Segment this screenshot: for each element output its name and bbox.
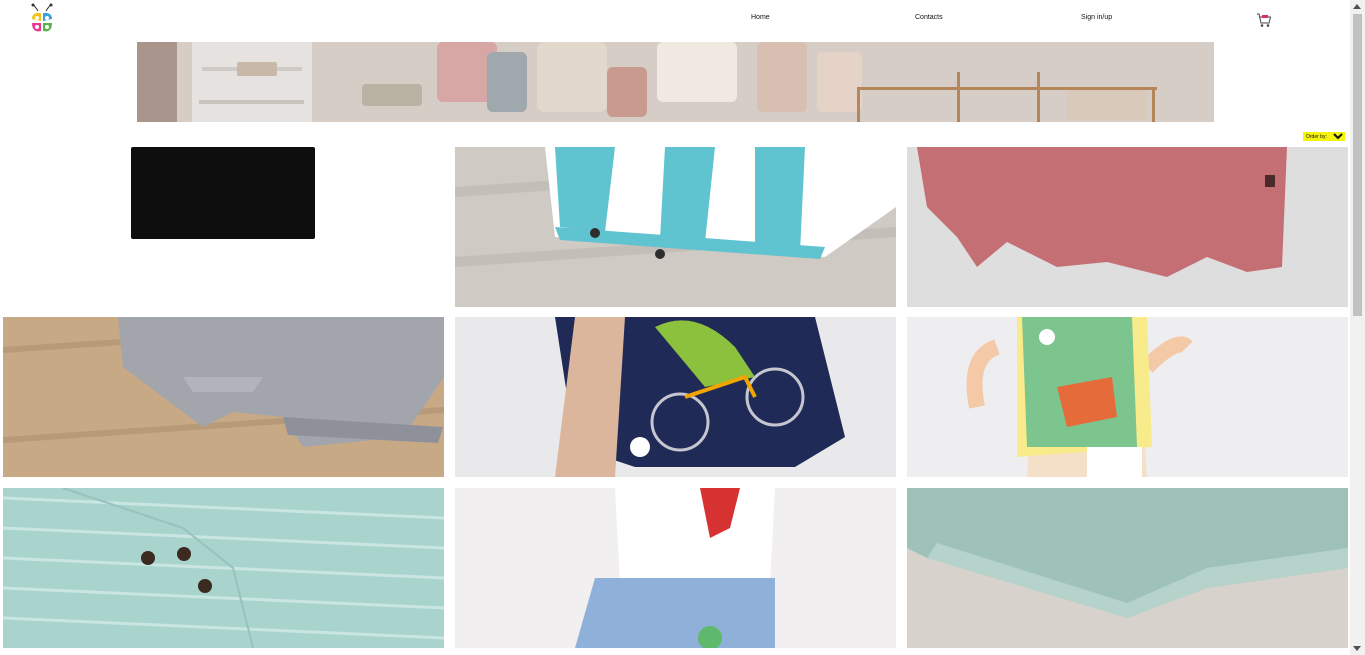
order-by-select[interactable]: Order by: (1303, 132, 1345, 141)
scroll-down-icon[interactable] (1353, 646, 1361, 651)
logo[interactable] (29, 3, 55, 35)
page-scrollbar[interactable] (1350, 0, 1365, 655)
scroll-thumb[interactable] (1353, 14, 1362, 316)
nav-home-link[interactable]: Home (751, 14, 770, 21)
product-tile-6[interactable] (907, 317, 1348, 477)
nav-sign-link[interactable]: Sign in/up (1081, 14, 1112, 21)
page: Home Contacts Sign in/up Order by: (0, 0, 1365, 655)
nav-contacts-link[interactable]: Contacts (915, 14, 943, 21)
product-tile-7[interactable] (3, 488, 444, 648)
banner-image (137, 42, 1214, 122)
product-tile-3[interactable] (907, 147, 1348, 307)
scroll-up-icon[interactable] (1353, 4, 1361, 9)
header: Home Contacts Sign in/up (0, 0, 1350, 40)
cart-icon[interactable] (1256, 12, 1272, 28)
product-tile-8[interactable] (455, 488, 896, 648)
order-by-label: Order by: (1306, 133, 1327, 140)
product-tile-5[interactable] (455, 317, 896, 477)
product-tile-4[interactable] (3, 317, 444, 477)
chevron-down-icon (1333, 133, 1343, 140)
product-tile-9[interactable] (907, 488, 1348, 648)
product-tile-2[interactable] (455, 147, 896, 307)
product-tile-1[interactable] (3, 147, 444, 307)
